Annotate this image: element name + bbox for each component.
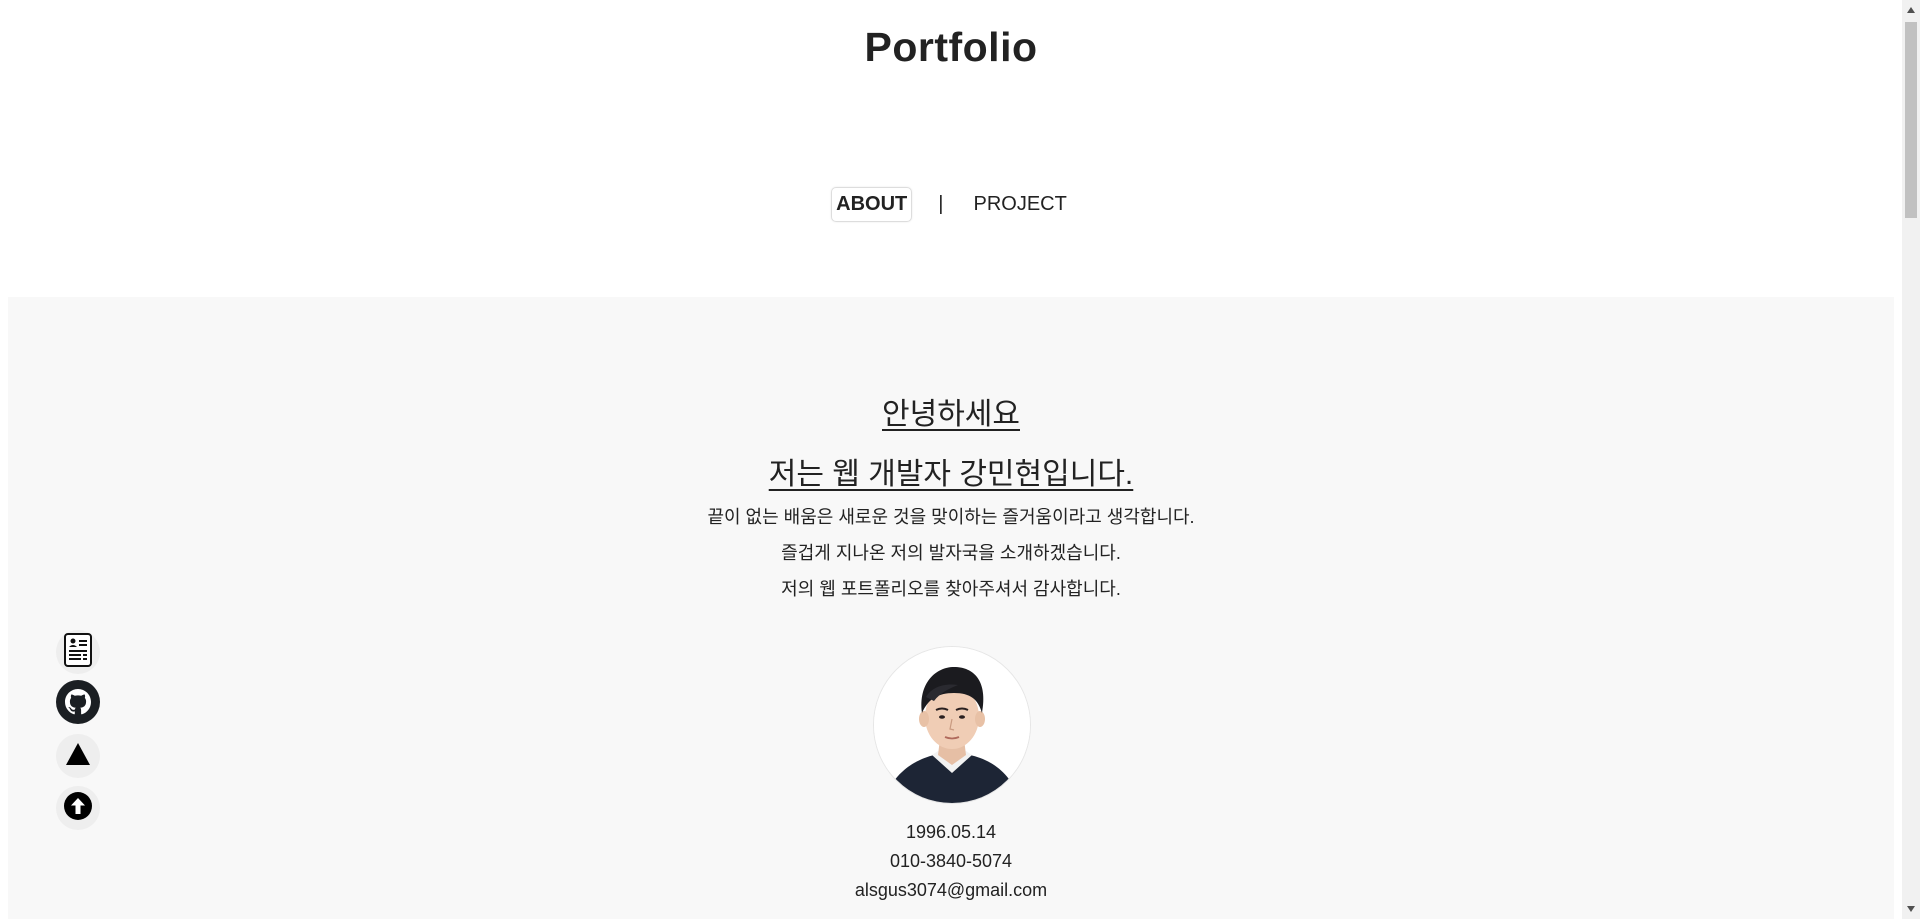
about-section: 안녕하세요 저는 웹 개발자 강민현입니다. 끝이 없는 배움은 새로운 것을 …: [8, 297, 1894, 919]
intro-text: 저의 웹 포트폴리오를 찾아주셔서 감사합니다.: [781, 579, 1121, 599]
scrollbar-thumb[interactable]: [1905, 22, 1917, 218]
intro-text: 즐겁게 지나온 저의 발자국을 소개하겠습니다.: [781, 543, 1121, 563]
github-icon: [56, 679, 100, 729]
greeting-line-1: 안녕하세요: [882, 398, 1020, 431]
profile-photo: [873, 646, 1031, 804]
page: Portfolio ABOUT | PROJECT 안녕하세요 저는 웹 개발자…: [0, 0, 1902, 919]
arrow-up-icon: [63, 791, 93, 826]
vertical-scrollbar[interactable]: [1902, 0, 1920, 919]
birthdate: 1996.05.14: [905, 822, 997, 842]
main-nav: ABOUT | PROJECT: [0, 187, 1902, 222]
resume-button[interactable]: [56, 630, 100, 674]
scroll-down-arrow-icon[interactable]: [1902, 901, 1920, 917]
greeting-line-2: 저는 웹 개발자 강민현입니다.: [768, 458, 1134, 491]
profile-photo-illustration: [874, 647, 1030, 803]
vercel-icon: [64, 741, 92, 772]
resume-icon: [63, 632, 93, 673]
scroll-top-button[interactable]: [56, 786, 100, 830]
github-button[interactable]: [56, 679, 100, 729]
phone-number: 010-3840-5074: [889, 851, 1013, 871]
site-title: Portfolio: [864, 24, 1038, 70]
email-address: alsgus3074@gmail.com: [854, 880, 1048, 900]
intro-text: 끝이 없는 배움은 새로운 것을 맞이하는 즐거움이라고 생각합니다.: [707, 507, 1195, 527]
nav-item-about[interactable]: ABOUT: [831, 187, 913, 222]
nav-separator: |: [938, 193, 944, 215]
scroll-up-arrow-icon[interactable]: [1902, 2, 1920, 18]
nav-item-project[interactable]: PROJECT: [969, 188, 1070, 221]
vercel-button[interactable]: [56, 734, 100, 778]
